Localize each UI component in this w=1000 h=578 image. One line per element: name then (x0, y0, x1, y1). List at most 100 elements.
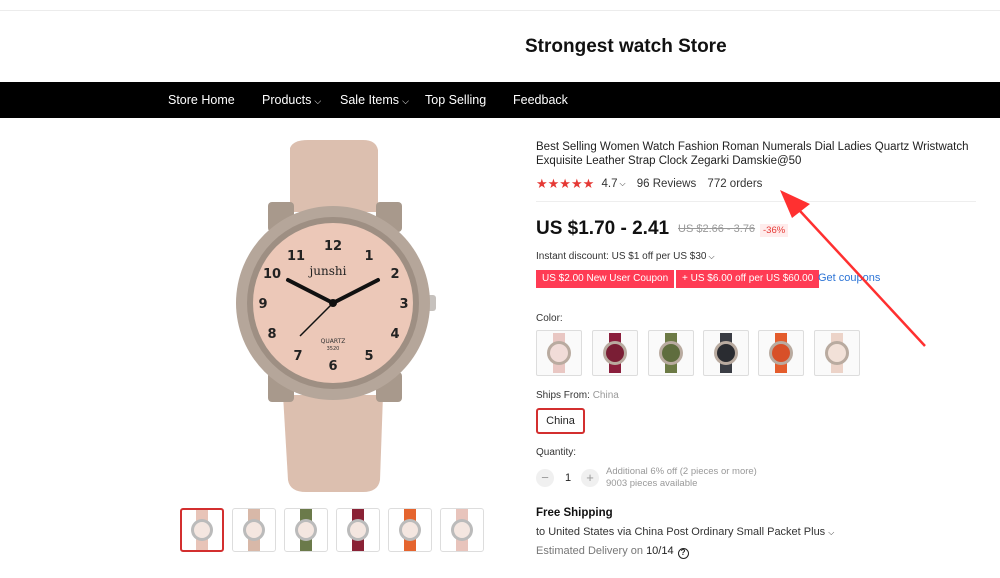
svg-text:6: 6 (328, 359, 337, 374)
thumbnail-image (451, 509, 473, 551)
stock-available-text: 9003 pieces available (606, 478, 698, 489)
svg-text:10: 10 (263, 267, 281, 282)
reviews-link[interactable]: 96 Reviews (637, 178, 696, 190)
thumbnail-image (347, 509, 369, 551)
quantity-plus-button[interactable]: + (581, 469, 599, 487)
color-swatch-orange[interactable] (758, 330, 804, 376)
thumb-dial (194, 522, 210, 538)
svg-text:12: 12 (324, 239, 342, 254)
center-pin (329, 299, 337, 307)
divider (536, 201, 976, 202)
store-title: Strongest watch Store (525, 36, 727, 57)
quantity-value[interactable]: 1 (560, 469, 576, 487)
delivery-date: 10/14 (646, 545, 674, 557)
nav-label: Store Home (168, 93, 235, 107)
svg-text:9: 9 (258, 297, 267, 312)
nav-label: Feedback (513, 93, 568, 107)
upper-strap (290, 140, 378, 212)
color-swatch-green[interactable] (648, 330, 694, 376)
question-help-icon[interactable]: ? (677, 548, 689, 559)
quantity-minus-button[interactable]: − (536, 469, 554, 487)
chevron-down-icon[interactable]: ⌵ (619, 179, 625, 188)
nav-top-selling[interactable]: Top Selling (425, 82, 486, 118)
discount-badge: -36% (760, 224, 789, 237)
nav-store-home[interactable]: Store Home (168, 82, 235, 118)
rating-row: ★★★★★ 4.7 ⌵ 96 Reviews 772 orders (536, 176, 763, 191)
chevron-down-icon: ⌵ (402, 96, 409, 106)
svg-text:2: 2 (390, 267, 399, 282)
original-price: US $2.66 - 3.76 (678, 223, 756, 235)
chevron-down-icon: ⌵ (828, 528, 835, 537)
watch-code: 3520 (327, 346, 340, 352)
color-swatch-black[interactable] (703, 330, 749, 376)
thumbnail-image (243, 509, 265, 551)
swatch-image (659, 333, 683, 373)
thumbnail-image (191, 510, 213, 550)
svg-text:5: 5 (364, 349, 373, 364)
lower-strap (283, 395, 383, 492)
chevron-down-icon: ⌵ (708, 252, 715, 261)
shipping-title: Free Shipping (536, 507, 613, 519)
top-divider (0, 10, 1000, 11)
color-swatch-pink[interactable] (536, 330, 582, 376)
swatch-dial (717, 344, 735, 362)
rating-value[interactable]: 4.7 (601, 178, 617, 190)
thumb-dial (246, 522, 262, 538)
swatch-dial (550, 344, 568, 362)
bulk-discount-text: Additional 6% off (2 pieces or more) (606, 466, 757, 477)
instant-discount-text: Instant discount: US $1 off per US $30 (536, 251, 707, 262)
thumbnail[interactable] (388, 508, 432, 552)
thumb-dial (298, 522, 314, 538)
thumbnail-image (295, 509, 317, 551)
estimated-delivery: Estimated Delivery on 10/14? (536, 545, 689, 559)
thumbnail[interactable] (336, 508, 380, 552)
svg-text:11: 11 (287, 249, 305, 264)
delivery-prefix: Estimated Delivery on (536, 545, 643, 557)
chevron-down-icon: ⌵ (314, 96, 322, 106)
star-rating-icon: ★★★★★ (536, 176, 595, 191)
thumbnail-image (399, 509, 421, 551)
quantity-label: Quantity: (536, 447, 577, 458)
swatch-dial (606, 344, 624, 362)
swatch-image (714, 333, 738, 373)
store-nav-bar: Store Home Products ⌵ Sale Items ⌵ Top Sel… (0, 82, 1000, 118)
thumb-dial (350, 522, 366, 538)
coupon-store[interactable]: + US $6.00 off per US $60.00 (676, 270, 820, 288)
ships-from-label: Ships From: China (536, 390, 619, 401)
thumbnail[interactable] (232, 508, 276, 552)
main-product-image[interactable]: 12 1 2 3 4 5 6 7 8 9 10 11 junshi QUARTZ… (228, 140, 438, 495)
nav-feedback[interactable]: Feedback (513, 82, 568, 118)
annotation-arrow-icon (780, 190, 926, 347)
swatch-image (825, 333, 849, 373)
nav-products[interactable]: Products ⌵ (262, 82, 321, 118)
get-coupons-link[interactable]: Get coupons (818, 272, 880, 284)
svg-text:4: 4 (390, 327, 399, 342)
svg-text:8: 8 (267, 327, 276, 342)
svg-text:7: 7 (293, 349, 302, 364)
orders-count: 772 orders (707, 178, 763, 190)
color-label: Color: (536, 313, 563, 324)
instant-discount[interactable]: Instant discount: US $1 off per US $30 ⌵ (536, 251, 715, 262)
swatch-dial (772, 344, 790, 362)
nav-label: Sale Items (340, 93, 400, 107)
swatch-image (603, 333, 627, 373)
quantity-info: Additional 6% off (2 pieces or more) 900… (606, 466, 757, 490)
product-title: Best Selling Women Watch Fashion Roman N… (536, 141, 969, 167)
arrow-head (780, 190, 810, 218)
thumbnail[interactable] (284, 508, 328, 552)
thumbnail[interactable] (180, 508, 224, 552)
nav-sale-items[interactable]: Sale Items ⌵ (340, 82, 409, 118)
thumb-dial (454, 522, 470, 538)
nav-label: Top Selling (425, 93, 487, 107)
swatch-image (547, 333, 571, 373)
coupon-new-user[interactable]: US $2.00 New User Coupon (536, 270, 675, 288)
color-swatch-beige[interactable] (814, 330, 860, 376)
thumbnail[interactable] (440, 508, 484, 552)
shipping-method[interactable]: to United States via China Post Ordinary… (536, 526, 834, 538)
watch-brand: junshi (308, 264, 347, 278)
ships-from-title: Ships From: (536, 390, 590, 401)
ships-from-china-button[interactable]: China (536, 408, 585, 434)
color-swatch-wine[interactable] (592, 330, 638, 376)
price: US $1.70 - 2.41 (536, 218, 670, 239)
nav-label: Products (262, 93, 312, 107)
